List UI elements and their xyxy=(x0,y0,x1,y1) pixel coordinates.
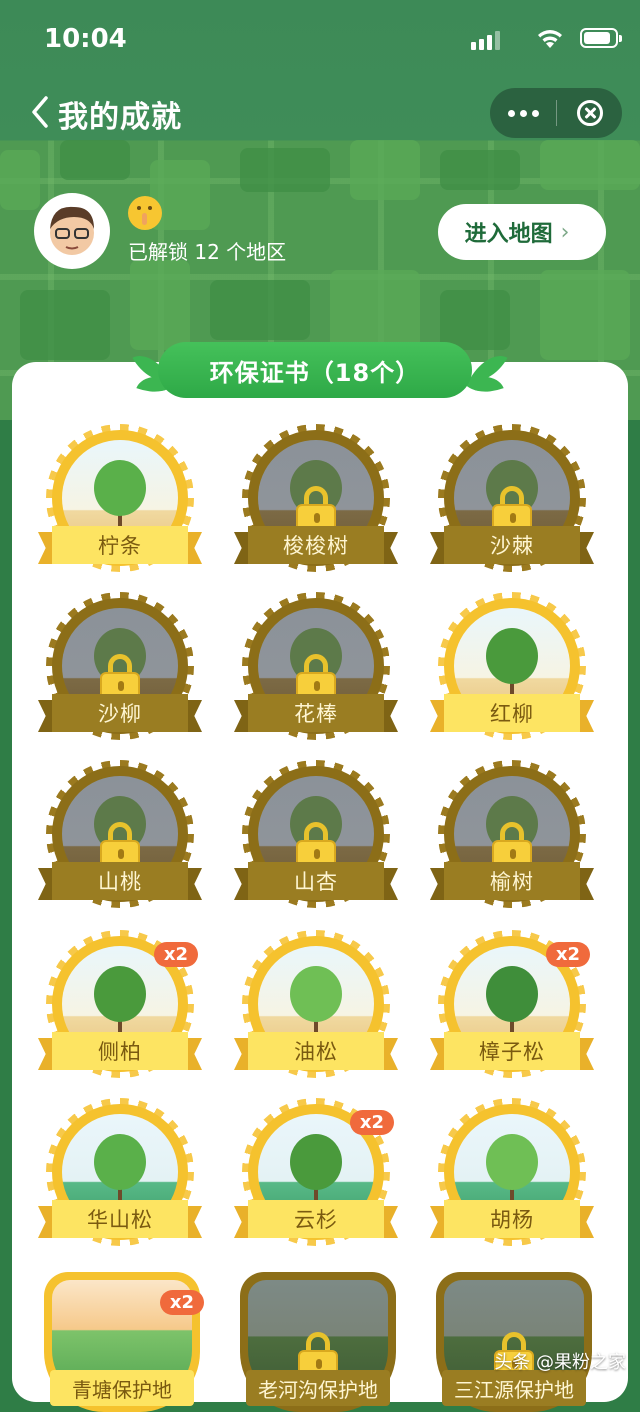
badge-count: x2 xyxy=(159,1290,204,1315)
badge-label: 油松 xyxy=(248,1032,384,1070)
certificate-badge[interactable]: 柠条 xyxy=(38,424,202,580)
status-bar: 10:04 xyxy=(0,0,640,80)
reserve-badge[interactable]: 三江源保护地 xyxy=(436,1272,592,1412)
certificate-badge[interactable]: 山桃 xyxy=(38,760,202,916)
watermark: 头条 @果粉之家 xyxy=(494,1352,626,1373)
badge-banner: 华山松 xyxy=(38,1200,202,1240)
badge-banner: 樟子松 xyxy=(430,1032,594,1072)
badge-label: 胡杨 xyxy=(444,1200,580,1238)
badge-banner: 侧柏 xyxy=(38,1032,202,1072)
avatar[interactable] xyxy=(34,193,110,269)
battery-icon xyxy=(580,28,622,48)
certificate-badge[interactable]: 华山松 xyxy=(38,1098,202,1254)
section-ribbon: 环保证书（18个） xyxy=(132,340,508,402)
badge-banner: 油松 xyxy=(234,1032,398,1072)
badge-label: 侧柏 xyxy=(52,1032,188,1070)
badge-label: 云杉 xyxy=(248,1200,384,1238)
certificate-badge[interactable]: 沙棘 xyxy=(430,424,594,580)
reserve-badge-label: 老河沟保护地 xyxy=(246,1370,390,1406)
certificate-badge[interactable]: 胡杨 xyxy=(430,1098,594,1254)
certificate-badge[interactable]: 油松 xyxy=(234,930,398,1086)
close-icon xyxy=(576,100,603,126)
badge-label: 沙柳 xyxy=(52,694,188,732)
badge-label: 沙棘 xyxy=(444,526,580,564)
badge-banner: 云杉 xyxy=(234,1200,398,1240)
reserve-badge[interactable]: 青塘保护地 x2 xyxy=(44,1272,204,1412)
enter-map-button[interactable]: 进入地图 › xyxy=(438,204,606,260)
certificate-badge[interactable]: 红柳 xyxy=(430,592,594,748)
chevron-right-icon: › xyxy=(560,219,570,245)
certificate-badge[interactable]: 梭梭树 xyxy=(234,424,398,580)
reserve-badge-label: 青塘保护地 xyxy=(50,1370,194,1406)
badge-banner: 红柳 xyxy=(430,694,594,734)
shush-emoji-icon xyxy=(128,196,162,230)
status-time: 10:04 xyxy=(44,24,127,54)
close-button[interactable] xyxy=(557,88,622,138)
avatar-face-icon xyxy=(50,206,94,255)
badge-label: 花棒 xyxy=(248,694,384,732)
certificate-badge[interactable]: 花棒 xyxy=(234,592,398,748)
badge-count: x2 xyxy=(349,1110,394,1135)
badge-label: 华山松 xyxy=(52,1200,188,1238)
enter-map-label: 进入地图 xyxy=(464,222,553,247)
reserve-badge[interactable]: 老河沟保护地 xyxy=(240,1272,396,1412)
certificate-badge[interactable]: 侧柏 x2 xyxy=(38,930,202,1086)
certificate-badge[interactable]: 沙柳 xyxy=(38,592,202,748)
badge-label: 山桃 xyxy=(52,862,188,900)
badge-banner: 梭梭树 xyxy=(234,526,398,566)
badge-label: 山杏 xyxy=(248,862,384,900)
wifi-icon xyxy=(538,30,562,48)
badge-banner: 花棒 xyxy=(234,694,398,734)
badge-count: x2 xyxy=(545,942,590,967)
certificate-badge[interactable]: 榆树 xyxy=(430,760,594,916)
badge-label: 红柳 xyxy=(444,694,580,732)
badge-banner: 胡杨 xyxy=(430,1200,594,1240)
miniprogram-capsule xyxy=(490,88,622,138)
certificate-badge[interactable]: 山杏 xyxy=(234,760,398,916)
badge-count: x2 xyxy=(153,942,198,967)
section-title: 环保证书（18个） xyxy=(158,342,472,398)
signal-icon xyxy=(471,30,500,50)
more-button[interactable] xyxy=(490,88,556,138)
badge-banner: 柠条 xyxy=(38,526,202,566)
certificate-badge[interactable]: 樟子松 x2 xyxy=(430,930,594,1086)
back-chevron-icon[interactable] xyxy=(26,92,58,132)
unlocked-regions-text: 已解锁 12 个地区 xyxy=(128,240,287,264)
badge-label: 樟子松 xyxy=(444,1032,580,1070)
page-title: 我的成就 xyxy=(58,100,182,135)
reserve-badge-label: 三江源保护地 xyxy=(442,1370,586,1406)
certificate-badge[interactable]: 云杉 x2 xyxy=(234,1098,398,1254)
badge-banner: 榆树 xyxy=(430,862,594,902)
badge-banner: 沙柳 xyxy=(38,694,202,734)
badge-banner: 山杏 xyxy=(234,862,398,902)
badge-banner: 山桃 xyxy=(38,862,202,902)
badge-label: 柠条 xyxy=(52,526,188,564)
badge-label: 梭梭树 xyxy=(248,526,384,564)
badge-label: 榆树 xyxy=(444,862,580,900)
badge-banner: 沙棘 xyxy=(430,526,594,566)
